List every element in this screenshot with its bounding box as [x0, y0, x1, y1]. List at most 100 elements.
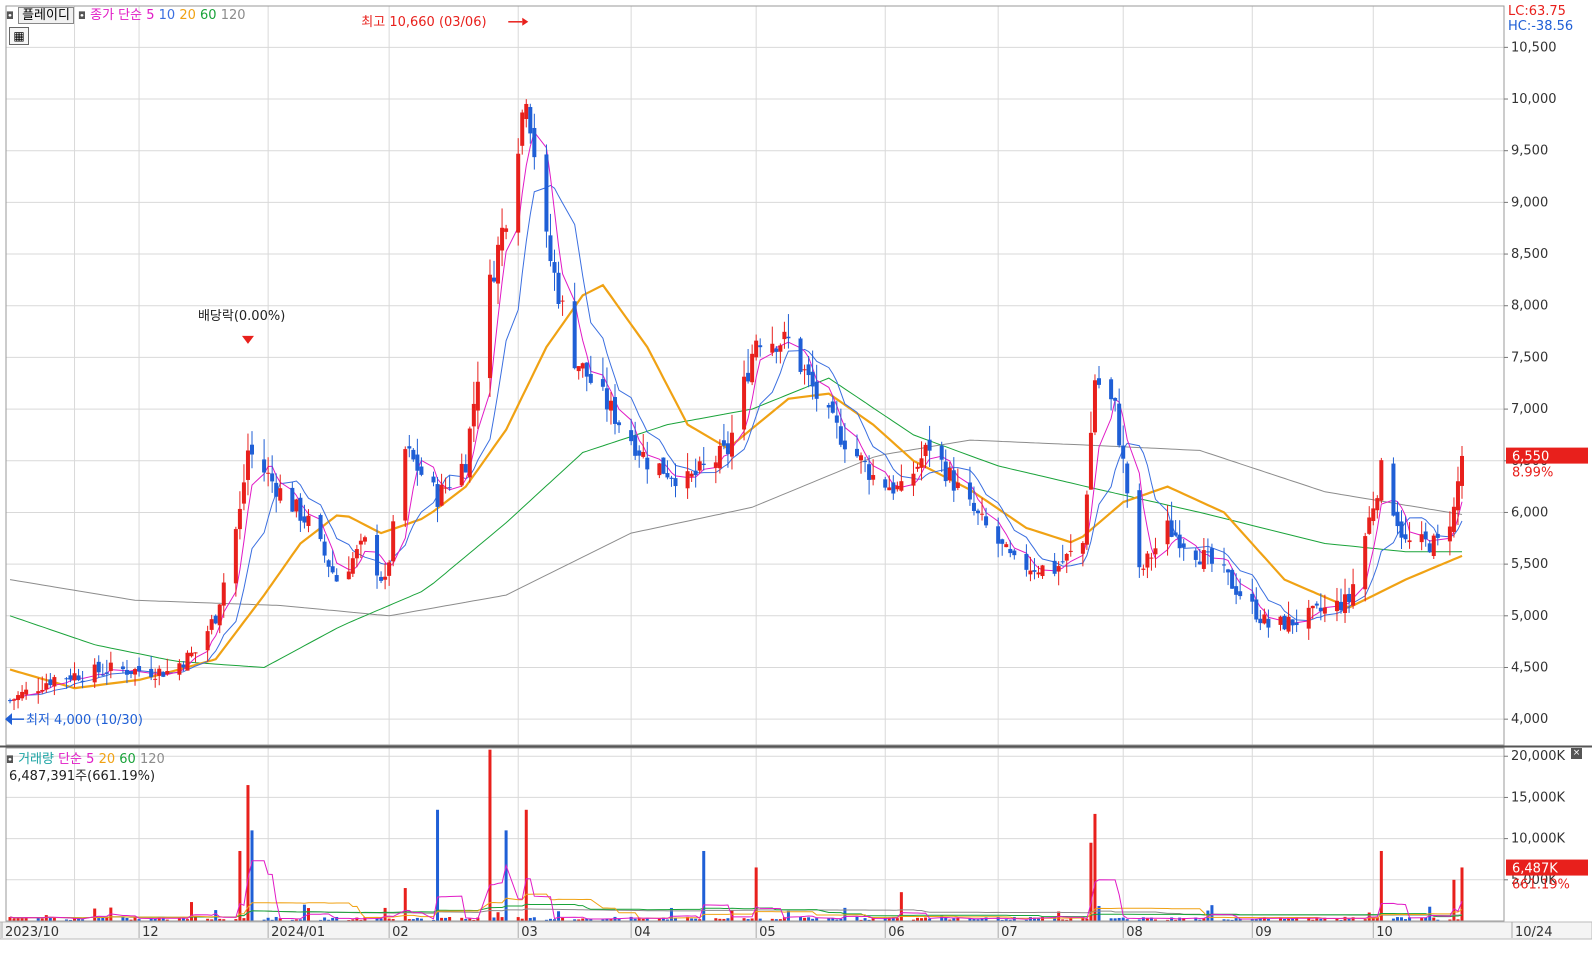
candle-body: [855, 448, 859, 457]
candle-body: [600, 379, 605, 387]
candle-body: [1403, 534, 1408, 540]
candle-body: [1234, 586, 1239, 595]
candle-body: [322, 541, 327, 556]
table-grid-icon[interactable]: ▦: [9, 27, 29, 45]
candle-body: [721, 440, 726, 446]
candle-body: [915, 466, 920, 469]
candle-body: [1028, 570, 1033, 575]
candle-body: [354, 549, 359, 559]
candle-body: [108, 662, 113, 671]
volume-bar: [516, 917, 520, 921]
vma60-line: [9, 903, 1463, 919]
candle-body: [629, 430, 634, 442]
candle-body: [1266, 618, 1271, 628]
candle-body: [1399, 521, 1404, 538]
price-tick-label: 9,500: [1511, 144, 1548, 159]
candle-body: [294, 499, 299, 512]
candle-body: [1343, 594, 1348, 614]
candle-body: [40, 689, 45, 692]
candle-body: [548, 235, 553, 262]
candle-body: [1121, 445, 1126, 459]
candle-body: [1226, 569, 1231, 573]
candle-body: [72, 673, 77, 681]
candle-body: [177, 663, 182, 675]
candle-body: [838, 426, 843, 445]
candle-body: [871, 475, 876, 480]
chart-window: 4,0004,5005,0005,5006,0006,5007,0007,500…: [0, 0, 1592, 950]
close-pane-icon[interactable]: ×: [1571, 748, 1582, 759]
candle-body: [1097, 378, 1101, 385]
candle-body: [693, 470, 698, 476]
candle-body: [1012, 550, 1017, 556]
candle-body: [867, 464, 872, 480]
price-tick-label: 10,000: [1511, 92, 1557, 107]
candle-body: [617, 422, 622, 426]
candle-body: [1032, 570, 1037, 572]
candle-body: [532, 127, 537, 158]
candle-body: [217, 604, 222, 626]
ma20-legend: 20: [179, 8, 196, 23]
candle-body: [657, 463, 662, 476]
candle-body: [923, 444, 928, 457]
candle-body: [1334, 600, 1339, 612]
last-change-value: 8.99%: [1512, 466, 1553, 481]
candle-body: [463, 464, 468, 473]
candle-body: [1068, 550, 1073, 552]
candle-body: [149, 668, 154, 678]
x-tick-label: 06: [888, 925, 905, 940]
ma120-legend: 120: [220, 8, 246, 23]
candle-body: [637, 450, 642, 456]
candle-body: [802, 369, 807, 371]
candle-body: [572, 301, 577, 369]
volume-bar: [403, 888, 407, 921]
candle-body: [290, 487, 295, 512]
candle-body: [826, 405, 831, 408]
candle-body: [459, 463, 464, 486]
x-tick-label: 03: [521, 925, 538, 940]
candle-body: [1230, 569, 1235, 589]
volume-bar: [93, 908, 97, 921]
candle-body: [1064, 553, 1069, 561]
candle-body: [1169, 520, 1174, 537]
candle-body: [419, 466, 424, 475]
candle-body: [834, 415, 839, 423]
stock-name-button[interactable]: 플레이디: [18, 7, 74, 24]
candle-body: [1379, 460, 1384, 501]
candle-body: [1137, 490, 1142, 568]
candle-body: [947, 467, 952, 481]
candle-body: [362, 537, 367, 542]
candle-body: [1181, 543, 1186, 548]
price-tick-label: 7,500: [1511, 350, 1548, 365]
volume-bar: [1093, 813, 1097, 921]
candle-body: [1149, 557, 1154, 559]
volume-bar: [323, 917, 327, 921]
candle-body: [955, 482, 960, 488]
candle-body: [996, 526, 1001, 544]
x-tick-label: 05: [759, 925, 776, 940]
candle-body: [1153, 548, 1158, 555]
x-tick-label: 2024/01: [271, 925, 325, 940]
candle-body: [1306, 607, 1311, 629]
volume-bar: [44, 915, 48, 921]
volume-bar: [250, 830, 254, 921]
candle-body: [1339, 601, 1343, 611]
candle-body: [1322, 607, 1327, 614]
volume-bar: [557, 911, 561, 921]
candle-body: [899, 481, 904, 491]
candle-body: [1165, 520, 1170, 545]
candle-body: [504, 228, 509, 232]
candle-body: [1060, 561, 1065, 563]
candle-body: [919, 458, 924, 468]
candle-body: [633, 435, 638, 456]
volume-bar: [1121, 917, 1125, 921]
x-tick-label: 2023/10: [5, 925, 59, 940]
volume-bar: [274, 916, 278, 921]
ma60-line: [9, 377, 1462, 669]
candle-body: [1004, 544, 1009, 548]
volume-bar: [488, 749, 492, 921]
candle-body: [1000, 539, 1005, 544]
candle-body: [241, 482, 246, 504]
price-indicator-label[interactable]: 종가 단순: [90, 8, 142, 23]
candle-body: [814, 381, 819, 399]
volume-bar: [496, 912, 500, 921]
